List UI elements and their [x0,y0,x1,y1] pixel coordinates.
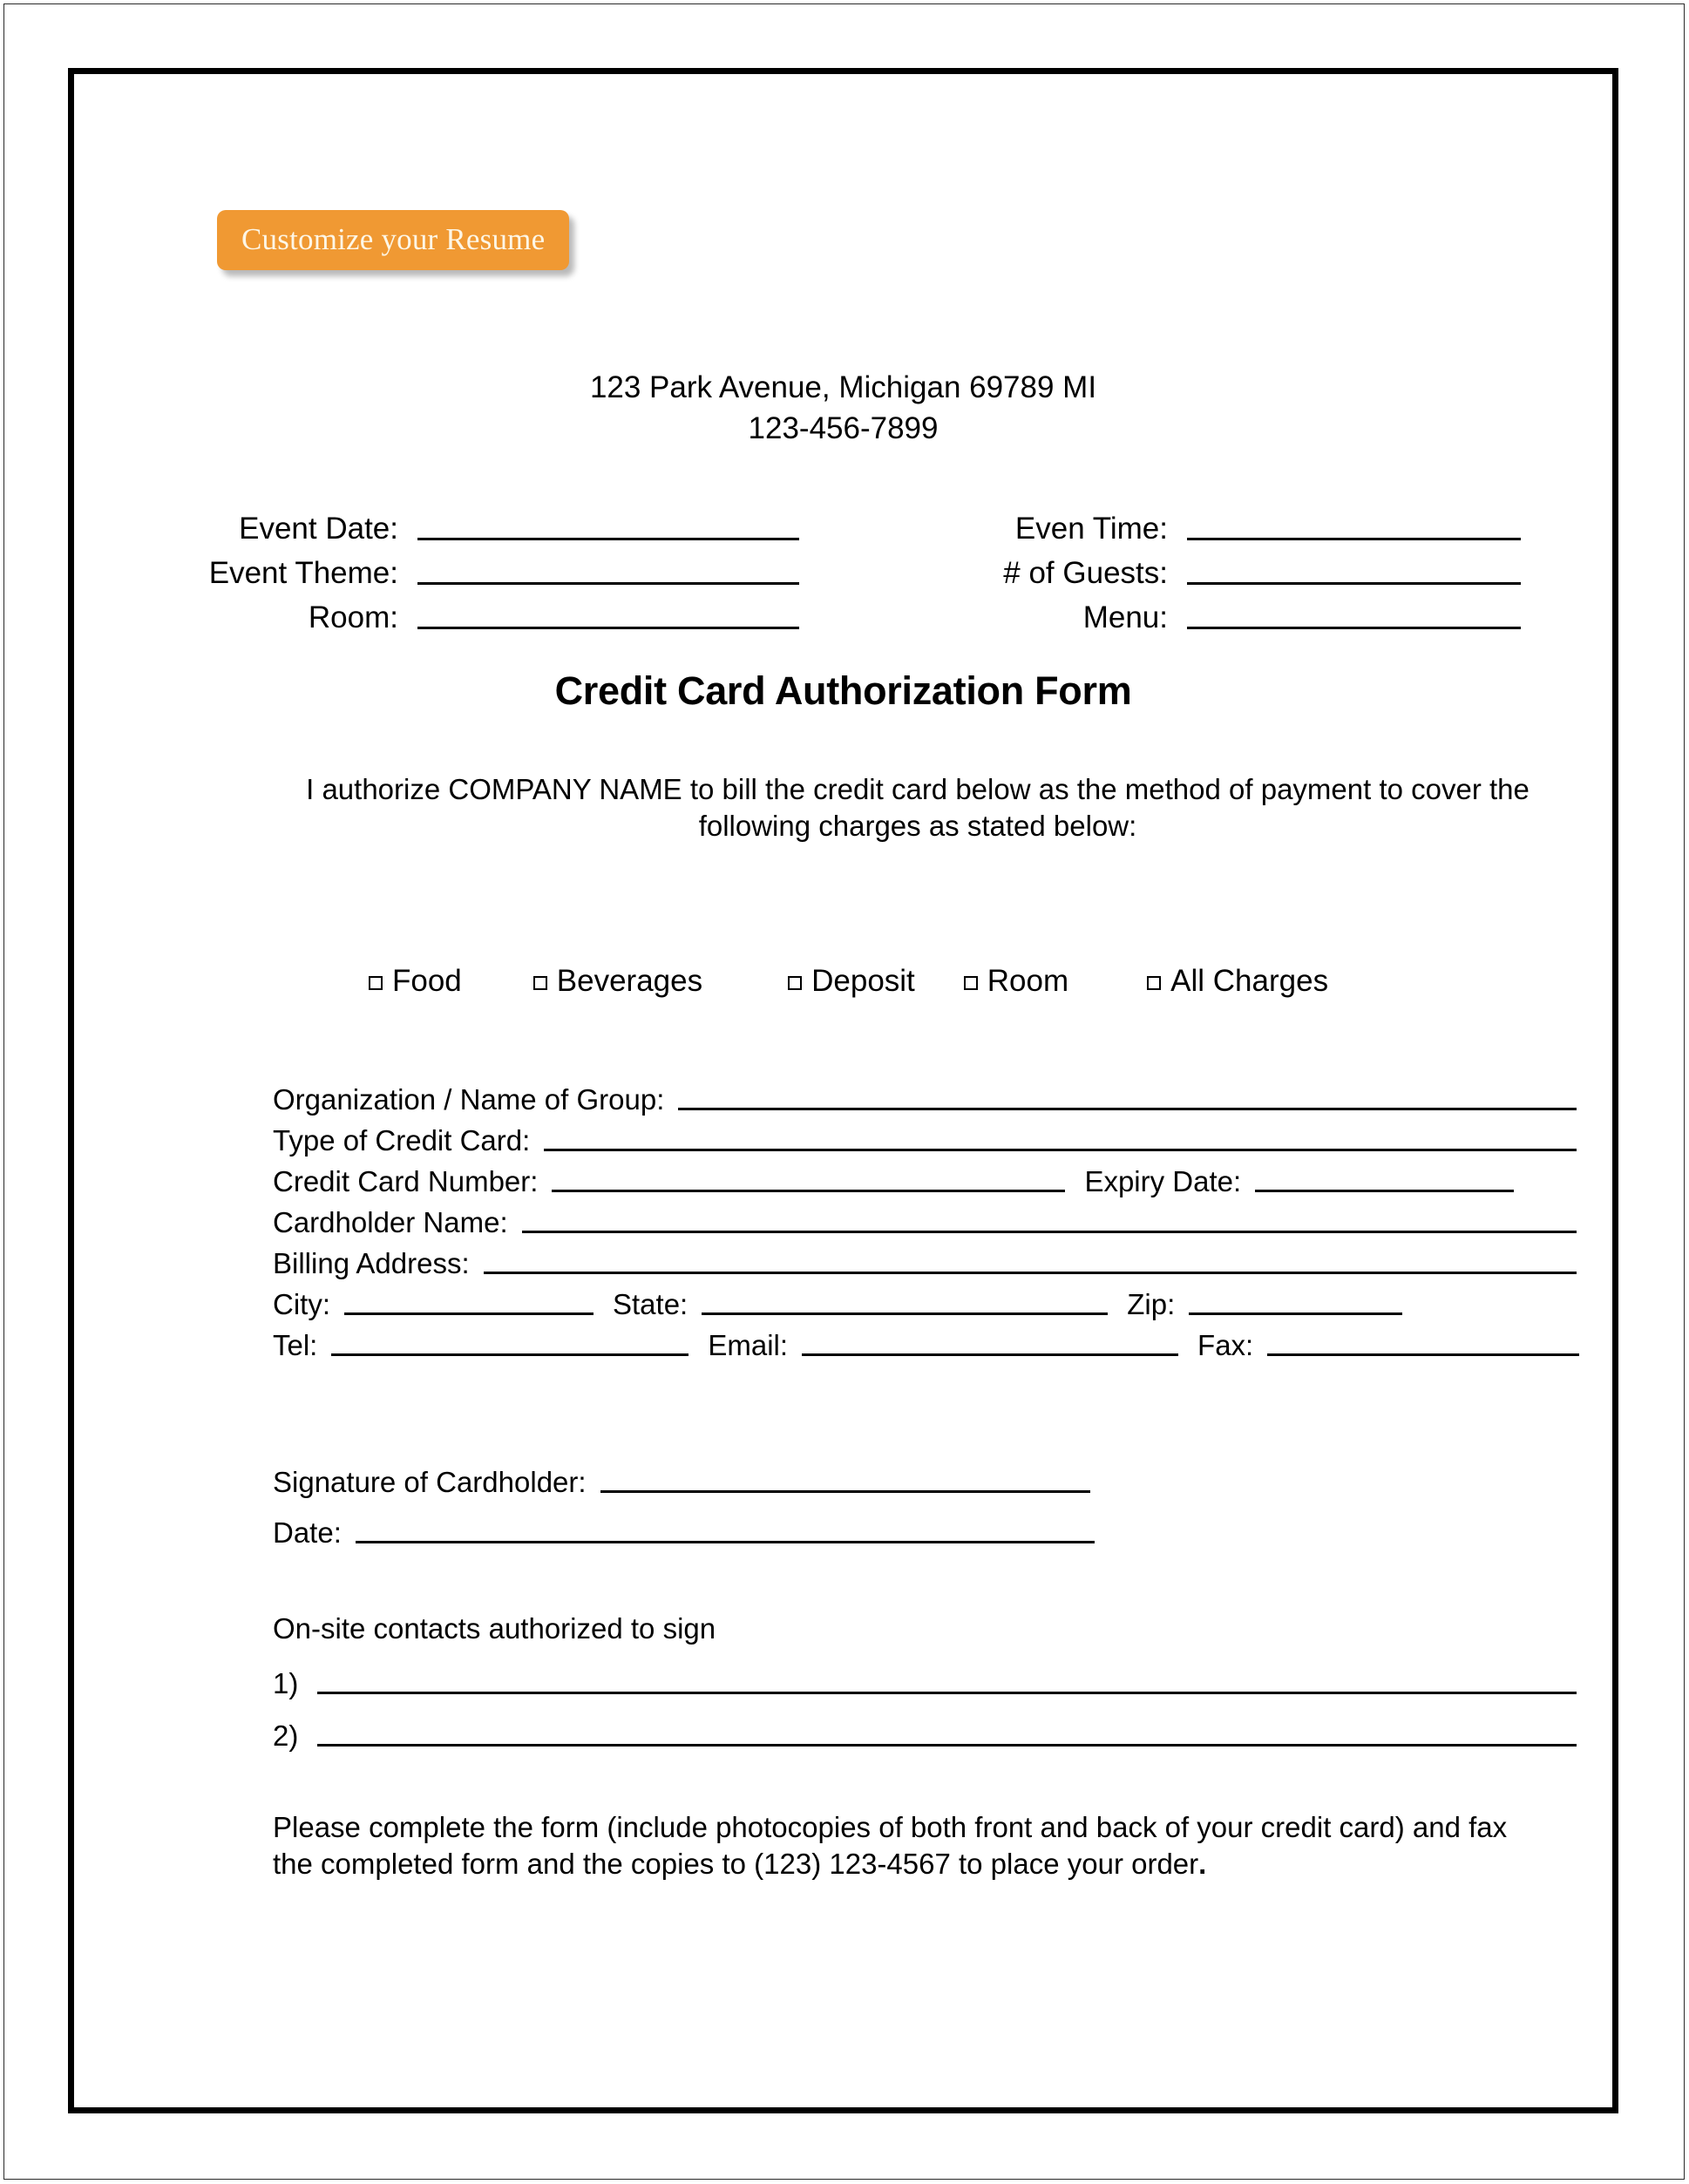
company-address-line: 123 Park Avenue, Michigan 69789 MI [589,370,1097,404]
checkbox-square-icon[interactable] [963,976,978,990]
guests-count-field: # of Guests: [850,557,1521,590]
guests-count-label: # of Guests: [1003,556,1168,590]
state-label: State: [613,1288,688,1320]
fax-label: Fax: [1197,1329,1254,1361]
cardholder-name-label: Cardholder Name: [273,1206,508,1238]
email-input-line[interactable] [802,1353,1179,1356]
signature-date-label: Date: [273,1516,342,1549]
event-date-label: Event Date: [239,512,398,546]
organization-input-line[interactable] [678,1108,1577,1110]
onsite-contact-row: 1) [273,1652,1577,1699]
billing-address-label: Billing Address: [273,1247,470,1279]
closing-instructions-text: Please complete the form (include photoc… [273,1811,1508,1880]
checkbox-option-food[interactable]: Food [369,964,462,999]
onsite-contact-input-line-1[interactable] [317,1692,1577,1694]
room-input-line[interactable] [417,627,799,629]
event-details-row: Room: Menu: [74,590,1612,634]
checkbox-label-room: Room [987,964,1069,998]
signature-row: Signature of Cardholder: [273,1448,1577,1498]
onsite-contact-row: 2) [273,1705,1577,1752]
onsite-contacts-section: On-site contacts authorized to sign 1) 2… [273,1611,1577,1752]
checkbox-option-room[interactable]: Room [963,964,1069,999]
menu-label: Menu: [1082,600,1168,634]
onsite-contact-number-1: 1) [273,1667,299,1699]
event-details-row: Event Date: Even Time: [74,501,1612,546]
signature-label: Signature of Cardholder: [273,1466,587,1498]
signature-date-input-line[interactable] [355,1541,1095,1543]
city-state-zip-row: City: State: Zip: [273,1279,1577,1320]
checkbox-option-beverages[interactable]: Beverages [532,964,703,999]
card-type-row: Type of Credit Card: [273,1116,1577,1156]
checkbox-label-all-charges: All Charges [1170,964,1329,998]
organization-row: Organization / Name of Group: [273,1075,1577,1116]
tel-email-fax-row: Tel: Email: Fax: [273,1320,1580,1361]
signature-section: Signature of Cardholder: Date: [273,1448,1577,1549]
event-date-field: Event Date: [74,512,850,546]
billing-address-row: Billing Address: [273,1238,1577,1279]
menu-input-line[interactable] [1187,627,1521,629]
event-theme-label: Event Theme: [208,556,398,590]
checkbox-label-deposit: Deposit [811,964,915,998]
onsite-contacts-heading: On-site contacts authorized to sign [273,1612,716,1645]
event-time-label: Even Time: [1014,512,1168,546]
card-type-label: Type of Credit Card: [273,1124,531,1156]
card-type-input-line[interactable] [544,1149,1577,1151]
event-date-input-line[interactable] [417,538,799,540]
tel-input-line[interactable] [331,1353,689,1356]
onsite-contact-input-line-2[interactable] [317,1744,1577,1747]
card-number-row: Credit Card Number: Expiry Date: [273,1156,1577,1197]
expiry-date-label: Expiry Date: [1084,1165,1242,1197]
event-details-row: Event Theme: # of Guests: [74,546,1612,590]
fax-input-line[interactable] [1267,1353,1580,1356]
company-address-block: 123 Park Avenue, Michigan 69789 MI 123-4… [74,367,1612,449]
checkbox-square-icon[interactable] [369,976,383,990]
checkbox-label-food: Food [392,964,462,998]
signature-date-row: Date: [273,1498,1577,1549]
menu-field: Menu: [850,601,1521,634]
event-theme-input-line[interactable] [417,582,799,585]
event-details-section: Event Date: Even Time: Event Theme: # of… [74,501,1612,634]
form-title: Credit Card Authorization Form [554,668,1132,713]
customize-resume-button[interactable]: Customize your Resume [217,210,570,270]
state-input-line[interactable] [702,1312,1109,1315]
closing-instructions: Please complete the form (include photoc… [273,1809,1521,1882]
tel-label: Tel: [273,1329,318,1361]
billing-address-input-line[interactable] [483,1272,1577,1274]
document-sheet: Customize your Resume 123 Park Avenue, M… [74,74,1612,2107]
charge-types-group: Food Beverages Deposit Room All Charges [369,964,1493,999]
checkbox-label-beverages: Beverages [556,964,703,998]
cardholder-name-row: Cardholder Name: [273,1197,1577,1238]
event-time-field: Even Time: [850,512,1521,546]
organization-label: Organization / Name of Group: [273,1083,665,1116]
closing-instructions-period: . [1198,1848,1207,1880]
checkbox-square-icon[interactable] [532,976,547,990]
company-phone-line: 123-456-7899 [748,411,939,445]
onsite-contact-number-2: 2) [273,1719,299,1752]
checkbox-option-all-charges[interactable]: All Charges [1147,964,1328,999]
checkbox-square-icon[interactable] [1147,976,1162,990]
email-label: Email: [708,1329,789,1361]
card-number-input-line[interactable] [552,1190,1066,1192]
zip-input-line[interactable] [1189,1312,1403,1315]
expiry-date-input-line[interactable] [1255,1190,1515,1192]
credit-card-fields-section: Organization / Name of Group: Type of Cr… [273,1075,1580,1361]
city-input-line[interactable] [344,1312,594,1315]
event-theme-field: Event Theme: [74,557,850,590]
city-label: City: [273,1288,330,1320]
checkbox-square-icon[interactable] [788,976,803,990]
signature-input-line[interactable] [600,1490,1090,1493]
cardholder-name-input-line[interactable] [521,1231,1577,1233]
guests-count-input-line[interactable] [1187,582,1521,585]
document-frame: Customize your Resume 123 Park Avenue, M… [68,68,1618,2113]
customize-resume-badge-wrap: Customize your Resume [217,210,570,270]
room-field: Room: [74,601,850,634]
card-number-label: Credit Card Number: [273,1165,539,1197]
authorization-paragraph: I authorize COMPANY NAME to bill the cre… [306,773,1530,842]
zip-label: Zip: [1127,1288,1176,1320]
room-label: Room: [308,600,398,634]
checkbox-option-deposit[interactable]: Deposit [788,964,915,999]
event-time-input-line[interactable] [1187,538,1521,540]
